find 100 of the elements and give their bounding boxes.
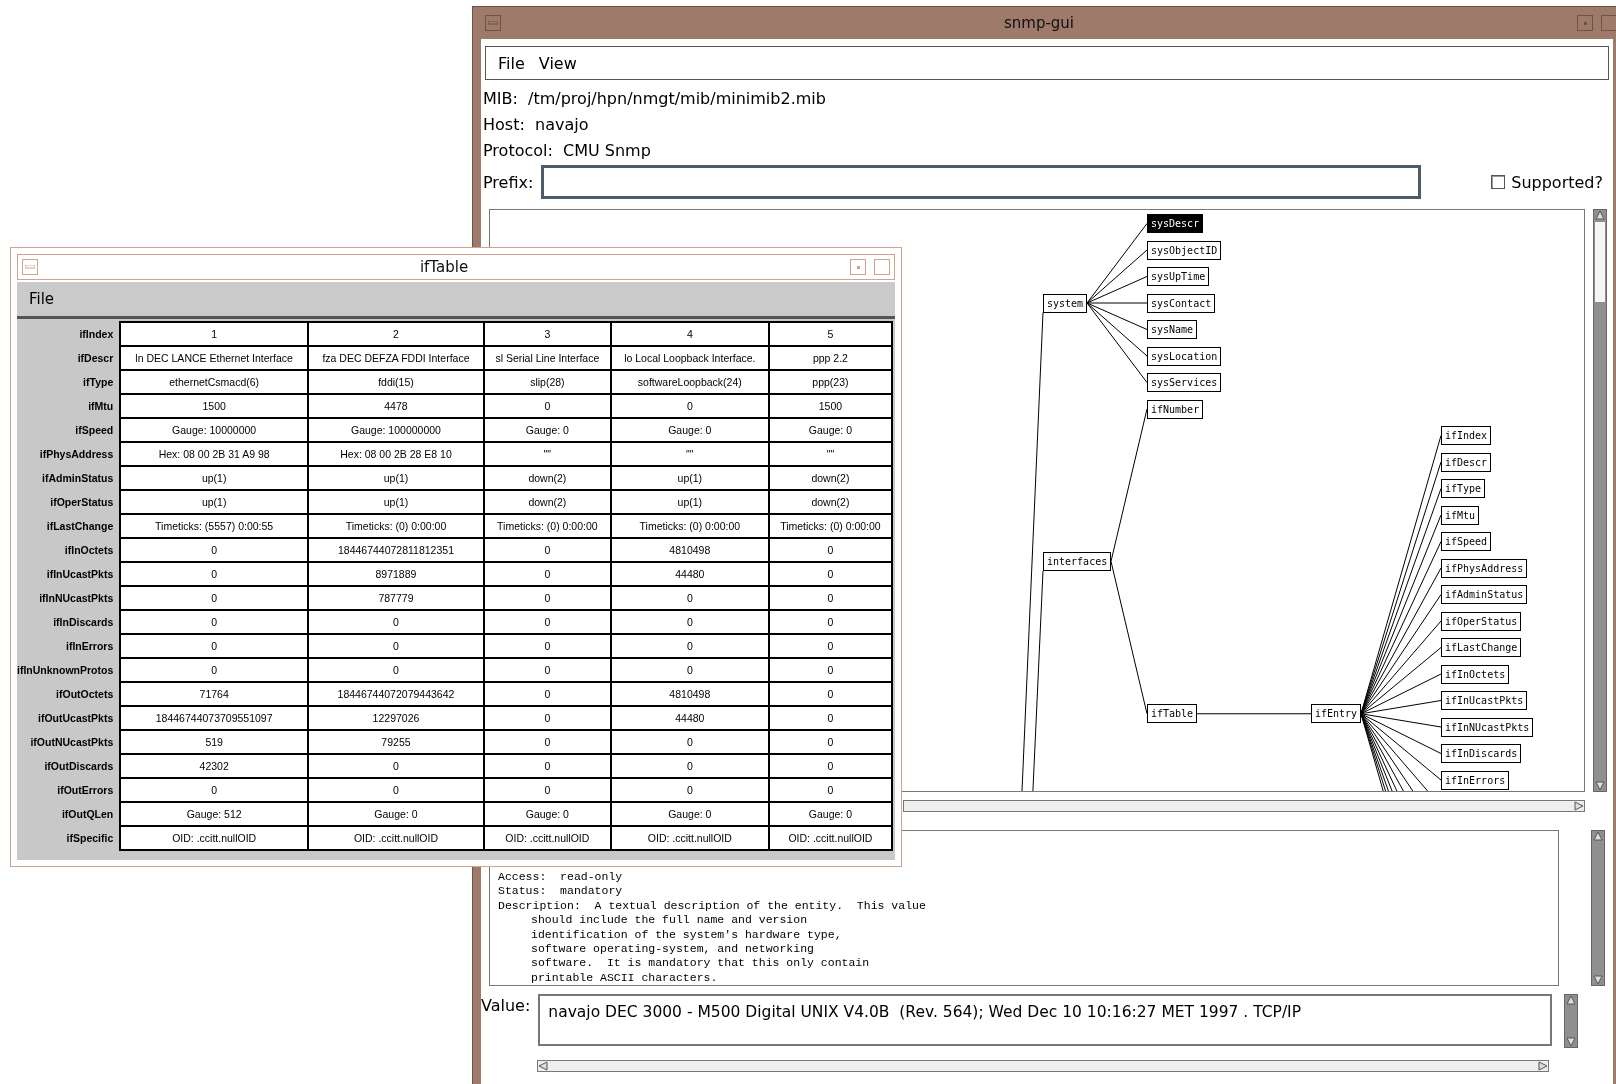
table-cell: 8971889 <box>308 562 484 586</box>
tree-node[interactable]: ifNumber <box>1147 399 1203 419</box>
row-header: ifLastChange <box>17 514 121 538</box>
row-header: ifPhysAddress <box>17 442 121 466</box>
scroll-up-arrow-icon[interactable] <box>1593 831 1603 841</box>
scroll-down-arrow-icon[interactable] <box>1593 975 1603 985</box>
table-cell: up(1) <box>610 490 769 514</box>
table-cell: 0 <box>483 730 611 754</box>
tree-node[interactable]: sysName <box>1147 320 1197 339</box>
supported-checkbox[interactable] <box>1491 175 1506 189</box>
table-cell: up(1) <box>308 466 484 490</box>
tree-node[interactable]: ifInNUcastPkts <box>1441 717 1533 737</box>
tree-node[interactable]: sysDescr <box>1147 214 1203 233</box>
description-line: Description: A textual description of the entity. This value <box>498 898 927 914</box>
vertical-scrollbar[interactable] <box>1564 994 1579 1048</box>
minimize-button[interactable] <box>850 259 866 275</box>
table-cell: 0 <box>768 658 892 682</box>
scroll-right-arrow-icon[interactable] <box>1574 801 1584 811</box>
table-cell: 0 <box>610 778 769 802</box>
scroll-down-arrow-icon[interactable] <box>1595 781 1605 791</box>
window-title: snmp-gui <box>1002 14 1076 32</box>
table-cell: Gauge: 512 <box>120 802 309 826</box>
row-header: ifInNUcastPkts <box>17 586 121 610</box>
table-cell: OID: .ccitt.nullOID <box>768 826 892 850</box>
tree-node[interactable]: ifOperStatus <box>1441 611 1521 631</box>
tree-node[interactable]: ifSpeed <box>1441 532 1491 551</box>
tree-node[interactable]: ifInDiscards <box>1441 744 1521 763</box>
tree-node[interactable]: ifAdminStatus <box>1441 585 1527 604</box>
table-cell: 4810498 <box>610 682 769 706</box>
tree-node[interactable]: ifLastChange <box>1441 638 1521 657</box>
value-field[interactable]: navajo DEC 3000 - M500 Digital UNIX V4.0B (Rev. 564); Wed Dec 10 10:16:27 MET 1997 . TCP/IP <box>538 994 1553 1046</box>
table-cell: 0 <box>120 658 309 682</box>
table-cell: Gauge: 10000000 <box>120 418 309 442</box>
tree-node[interactable]: ifDescr <box>1441 452 1491 472</box>
scroll-down-arrow-icon[interactable] <box>1566 1037 1577 1047</box>
tree-node[interactable]: sysContact <box>1147 293 1215 313</box>
tree-node[interactable]: interfaces <box>1043 551 1111 571</box>
scroll-left-arrow-icon[interactable] <box>538 1061 548 1071</box>
horizontal-scrollbar[interactable] <box>903 800 1585 812</box>
maximize-button[interactable] <box>874 259 890 275</box>
table-cell: 0 <box>308 634 484 658</box>
row-header: ifDescr <box>17 346 121 370</box>
vertical-scrollbar[interactable] <box>1593 209 1607 792</box>
scroll-right-arrow-icon[interactable] <box>1538 1061 1548 1071</box>
description-line: software operating-system, and networking <box>530 942 815 957</box>
horizontal-scrollbar[interactable] <box>537 1060 1549 1072</box>
table-cell: 18446744072811812351 <box>308 538 484 562</box>
tree-node[interactable]: sysObjectID <box>1147 240 1221 260</box>
tree-node[interactable]: ifInErrors <box>1441 770 1509 790</box>
table-cell: ppp(23) <box>768 370 892 394</box>
tree-node[interactable]: ifType <box>1441 479 1485 498</box>
table-cell: 1500 <box>768 394 892 418</box>
table-cell: Gauge: 0 <box>610 418 769 442</box>
table-cell: Gauge: 100000000 <box>308 418 484 442</box>
info-line: Host: navajo <box>483 114 589 134</box>
tree-node[interactable]: sysServices <box>1147 373 1221 392</box>
table-cell: Timeticks: (0) 0:00:00 <box>308 514 484 538</box>
table-cell: 0 <box>483 562 611 586</box>
scroll-up-arrow-icon[interactable] <box>1566 995 1577 1005</box>
table-cell: 0 <box>120 634 309 658</box>
table-cell: 0 <box>483 394 611 418</box>
table-cell: slip(28) <box>483 370 611 394</box>
tree-node[interactable]: sysLocation <box>1147 346 1221 366</box>
prefix-field[interactable] <box>541 165 1422 199</box>
tree-node[interactable]: ifMtu <box>1441 505 1479 525</box>
tree-node[interactable]: ifPhysAddress <box>1441 558 1527 578</box>
tree-node[interactable]: system <box>1043 293 1087 313</box>
row-header: ifInOctets <box>17 538 121 562</box>
window-menu-button[interactable] <box>22 259 38 275</box>
table-cell: up(1) <box>308 490 484 514</box>
table-cell: 0 <box>610 394 769 418</box>
scrollbar-thumb[interactable] <box>1595 222 1605 302</box>
menu-item[interactable]: File <box>498 53 525 73</box>
menu-item[interactable]: File <box>29 290 55 308</box>
row-header: ifInDiscards <box>17 610 121 634</box>
tree-node[interactable]: sysUpTime <box>1147 267 1209 286</box>
table-cell: 0 <box>483 706 611 730</box>
vertical-scrollbar[interactable] <box>1591 830 1605 986</box>
row-header: ifInUnknownProtos <box>17 658 121 682</box>
tree-node[interactable]: ifInUcastPkts <box>1441 691 1527 710</box>
table-cell: "" <box>768 442 892 466</box>
tree-node[interactable]: ifIndex <box>1441 426 1491 445</box>
info-line: Protocol: CMU Snmp <box>483 140 651 160</box>
table-cell: ppp 2.2 <box>768 346 892 370</box>
table-cell: 0 <box>120 562 309 586</box>
table-cell: 0 <box>768 754 892 778</box>
table-cell: 71764 <box>120 682 309 706</box>
scroll-up-arrow-icon[interactable] <box>1595 210 1605 220</box>
tree-node[interactable]: ifEntry <box>1311 704 1361 724</box>
description-line: software. It is mandatory that this only contain <box>530 956 871 971</box>
table-cell: 0 <box>768 778 892 802</box>
table-cell: Gauge: 0 <box>308 802 484 826</box>
table-cell: 0 <box>483 538 611 562</box>
table-cell: 0 <box>768 538 892 562</box>
row-header: ifIndex <box>17 322 121 346</box>
table-cell: 0 <box>483 610 611 634</box>
tree-node[interactable]: ifInOctets <box>1441 664 1509 684</box>
menu-item[interactable]: View <box>538 53 577 73</box>
tree-node[interactable]: ifTable <box>1147 704 1197 724</box>
table-cell: 0 <box>308 610 484 634</box>
